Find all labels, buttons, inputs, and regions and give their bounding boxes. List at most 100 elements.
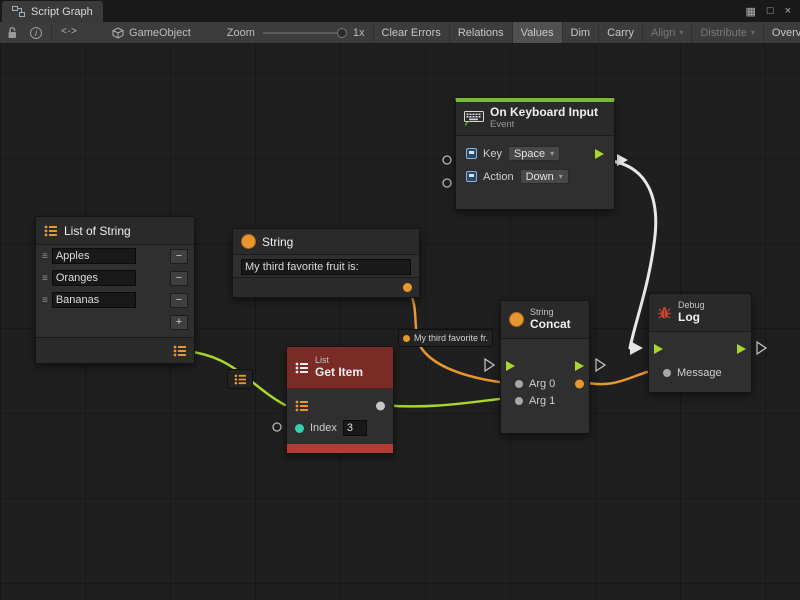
node-get-item-header[interactable]: List Get Item (287, 347, 393, 389)
add-item-button[interactable]: + (170, 315, 188, 330)
key-label: Key (483, 148, 502, 160)
element-icon: ≡ (42, 251, 48, 262)
node-list-of-string-header[interactable]: List of String (36, 217, 194, 245)
port-getitem-index-external[interactable] (273, 423, 281, 431)
concat-flow-out-port[interactable] (575, 361, 584, 371)
wire-badge-list-type (227, 369, 253, 389)
list-port-row (287, 395, 393, 417)
node-keyboard-header[interactable]: On Keyboard Input Event (456, 102, 614, 136)
node-title: List of String (64, 224, 131, 238)
wire-concat-to-log[interactable] (584, 372, 647, 384)
list-item-input-2[interactable] (52, 292, 136, 308)
remove-item-button-0[interactable]: − (170, 249, 188, 264)
element-icon: ≡ (42, 273, 48, 284)
index-input-port[interactable] (295, 424, 304, 433)
clear-errors-button[interactable]: Clear Errors (373, 22, 449, 43)
carry-button[interactable]: Carry (598, 22, 642, 43)
node-log[interactable]: Debug Log Message (648, 293, 752, 393)
list-item-input-1[interactable] (52, 270, 136, 286)
message-row: Message (649, 364, 751, 382)
chevron-down-icon: ▾ (550, 149, 554, 158)
node-title: On Keyboard Input (490, 106, 598, 120)
relation-arrow-concat-in (485, 359, 494, 371)
message-input-port[interactable] (663, 369, 671, 377)
node-on-keyboard-input[interactable]: On Keyboard Input Event Key Space ▾ Acti… (455, 98, 615, 210)
graph-canvas[interactable]: List of String ≡ − ≡ − ≡ − + (0, 44, 800, 600)
string-type-icon (241, 234, 256, 249)
zoom-slider[interactable] (263, 32, 345, 34)
chevron-down-icon: ▾ (751, 28, 755, 37)
overview-button[interactable]: Overv (763, 22, 800, 43)
remove-item-button-1[interactable]: − (170, 271, 188, 286)
zoom-label: Zoom (227, 27, 255, 39)
node-string-header[interactable]: String (233, 229, 419, 255)
arg1-input-port[interactable] (515, 397, 523, 405)
arg0-label: Arg 0 (529, 378, 555, 390)
node-string-literal[interactable]: String (232, 228, 420, 298)
node-title: Get Item (315, 366, 363, 380)
node-concat[interactable]: String Concat Arg 0 Arg 1 (500, 300, 590, 434)
log-flow-in-port[interactable] (654, 344, 663, 354)
remove-item-button-2[interactable]: − (170, 293, 188, 308)
key-dropdown[interactable]: Space ▾ (508, 146, 560, 161)
gameobject-selector[interactable]: GameObject (106, 27, 197, 39)
arg0-input-port[interactable] (515, 380, 523, 388)
window-controls: ▦ □ × (737, 0, 800, 22)
code-view-icon[interactable]: <·> (55, 22, 82, 43)
panel-grid-icon[interactable]: ▦ (746, 5, 756, 18)
relation-arrow-log-out (757, 342, 766, 354)
node-subtitle: Event (490, 120, 598, 131)
index-input[interactable] (343, 420, 367, 436)
element-icon: ≡ (42, 295, 48, 306)
concat-flow-in-port[interactable] (506, 361, 515, 371)
info-icon[interactable]: i (24, 22, 48, 43)
list-output-port[interactable] (173, 345, 187, 357)
dim-button[interactable]: Dim (562, 22, 599, 43)
values-button[interactable]: Values (512, 22, 562, 43)
tab-script-graph[interactable]: Script Graph (2, 1, 103, 22)
message-label: Message (677, 367, 722, 379)
string-value-input[interactable] (241, 259, 411, 275)
arg0-row: Arg 0 (501, 375, 589, 392)
relation-arrow-keyboard-out (617, 154, 628, 166)
port-keyboard-action-external[interactable] (443, 179, 451, 187)
action-dropdown[interactable]: Down ▾ (520, 169, 569, 184)
list-item-row: ≡ − (36, 289, 194, 311)
relations-button[interactable]: Relations (449, 22, 512, 43)
error-strip (287, 444, 393, 453)
list-item-row: ≡ − (36, 245, 194, 267)
node-title: Log (678, 311, 705, 325)
node-list-of-string[interactable]: List of String ≡ − ≡ − ≡ − + (35, 216, 195, 364)
list-item-input-0[interactable] (52, 248, 136, 264)
string-type-icon (509, 312, 524, 327)
string-output-port[interactable] (403, 283, 412, 292)
maximize-icon[interactable]: □ (767, 5, 774, 17)
node-concat-header[interactable]: String Concat (501, 301, 589, 339)
zoom-slider-knob[interactable] (337, 28, 347, 38)
node-title: Concat (530, 318, 571, 332)
value-preview-text: My third favorite fr... (414, 333, 488, 343)
list-input-port[interactable] (295, 400, 309, 412)
graph-toolbar: i <·> GameObject Zoom 1x Clear Errors Re… (0, 22, 800, 44)
flow-row (649, 340, 751, 358)
index-row: Index (287, 417, 393, 439)
close-icon[interactable]: × (785, 5, 791, 17)
string-value-row (233, 255, 419, 279)
tab-bar: Script Graph ▦ □ × (0, 0, 800, 22)
node-log-header[interactable]: Debug Log (649, 294, 751, 332)
result-output-port[interactable] (575, 379, 584, 388)
zoom-value: 1x (353, 27, 365, 39)
log-flow-out-port[interactable] (737, 344, 746, 354)
wire-arrowhead-log-in (630, 341, 643, 355)
node-title: String (262, 235, 293, 249)
keyboard-trigger-port[interactable] (595, 149, 604, 159)
wire-getitem-to-concat[interactable] (382, 399, 499, 406)
distribute-button: Distribute▾ (691, 22, 762, 43)
add-item-row: + (36, 311, 194, 333)
port-keyboard-key-external[interactable] (443, 156, 451, 164)
node-get-item[interactable]: List Get Item Index (286, 346, 394, 454)
keyboard-icon (464, 111, 484, 126)
keycap-icon (466, 171, 477, 182)
lock-icon[interactable] (0, 22, 24, 43)
item-output-port[interactable] (376, 402, 385, 411)
